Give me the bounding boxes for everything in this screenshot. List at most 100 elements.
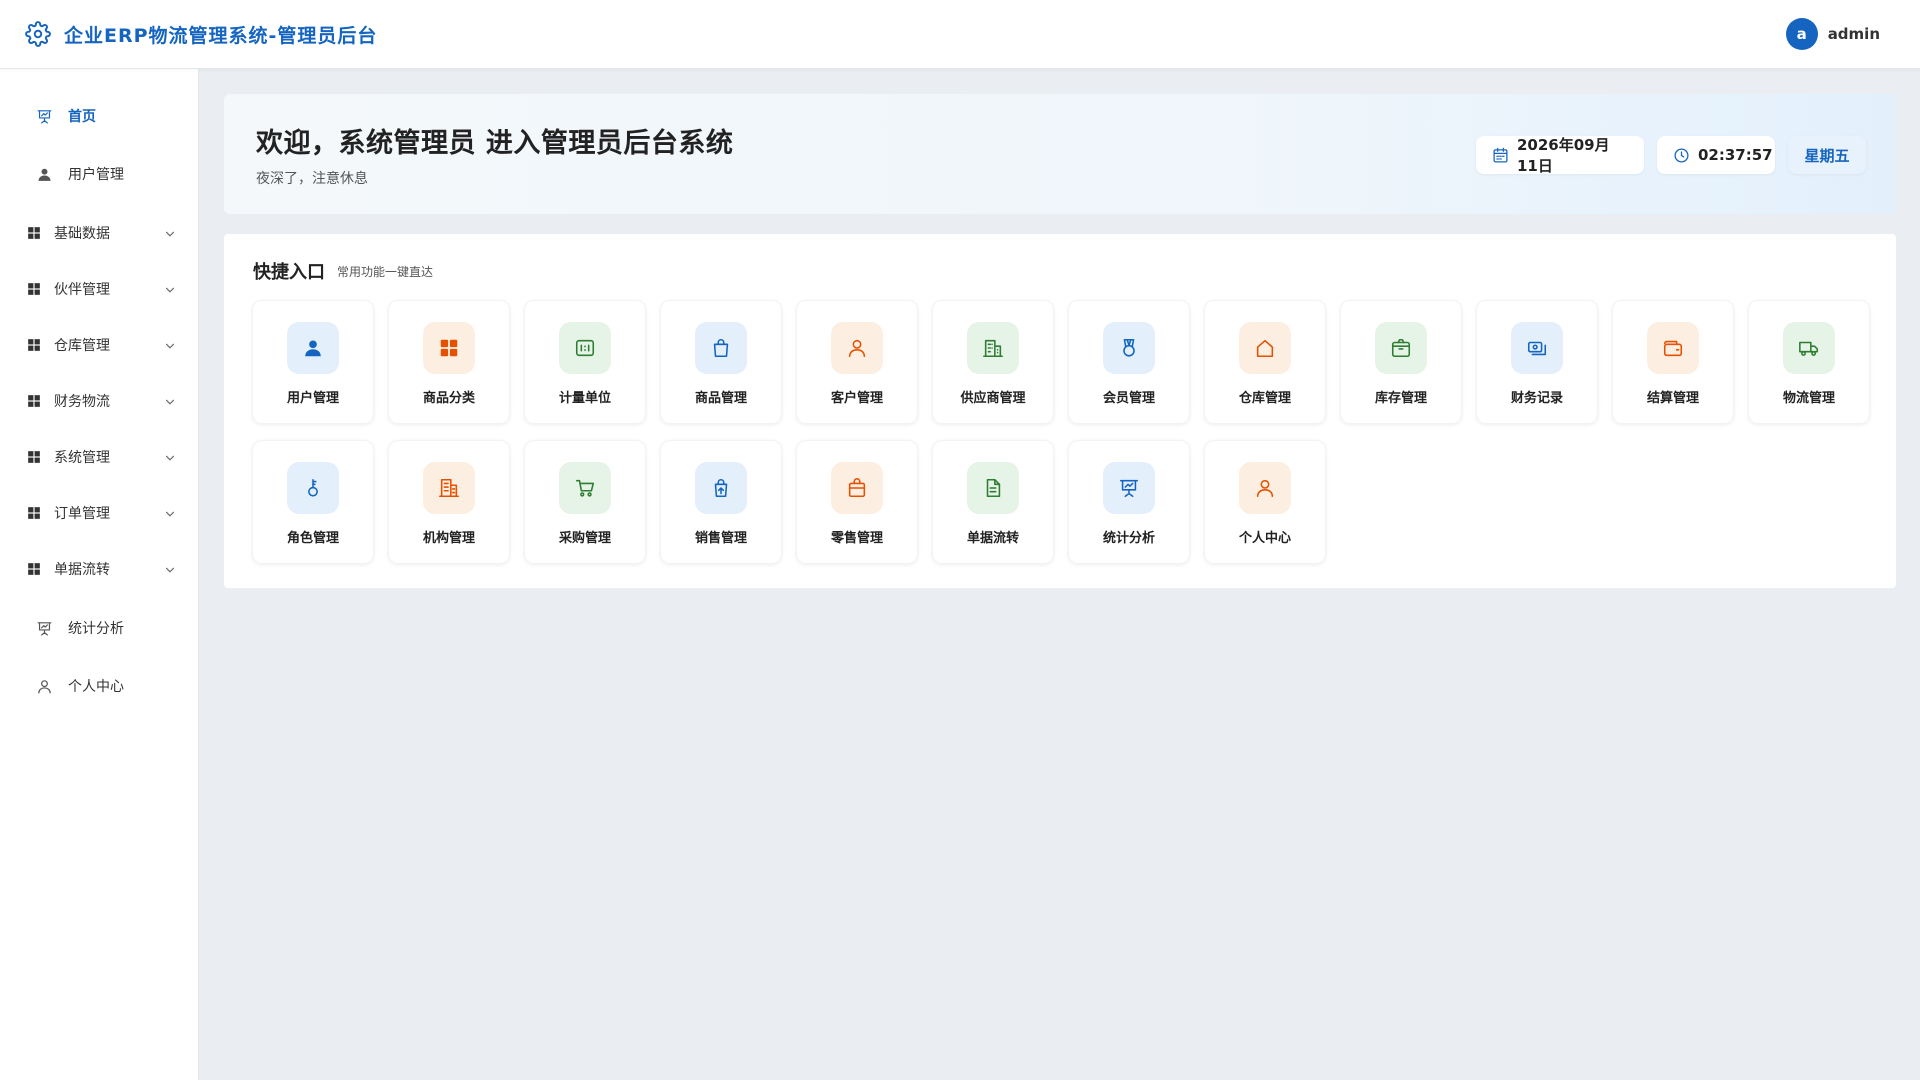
person-outline-icon: [1239, 462, 1291, 514]
shopping-cart-icon: [559, 462, 611, 514]
chevron-down-icon[interactable]: [163, 562, 177, 576]
sidebar-item-label: 统计分析: [68, 621, 124, 637]
sidebar-item-3[interactable]: 伙伴管理: [0, 265, 199, 313]
quick-card-label: 库存管理: [1374, 391, 1427, 406]
sidebar-item-10[interactable]: 个人中心: [0, 662, 199, 710]
grid-icon: [24, 223, 44, 243]
welcome-banner: 欢迎，系统管理员 进入管理员后台系统 夜深了，注意休息 2026年09月11日 …: [224, 94, 1896, 214]
sidebar-item-label: 单据流转: [54, 562, 110, 578]
medal-icon: [1103, 322, 1155, 374]
quick-entry-panel: 快捷入口 常用功能一键直达 用户管理 商品分类 计量单位 商品管理 客户管理 供应商管理 会…: [224, 234, 1896, 588]
user-icon: [287, 322, 339, 374]
sidebar: 首页用户管理基础数据伙伴管理仓库管理财务物流系统管理订单管理单据流转统计分析个人…: [0, 69, 199, 1080]
quick-card[interactable]: 供应商管理: [932, 300, 1054, 424]
chevron-down-icon[interactable]: [163, 450, 177, 464]
sidebar-item-label: 财务物流: [54, 394, 110, 410]
avatar[interactable]: a: [1785, 18, 1818, 50]
welcome-subtitle: 夜深了，注意休息: [256, 171, 368, 187]
quick-card[interactable]: 零售管理: [796, 440, 918, 564]
quick-card-label: 机构管理: [422, 531, 475, 546]
welcome-title: 欢迎，系统管理员 进入管理员后台系统: [256, 128, 734, 159]
quick-card-label: 角色管理: [286, 531, 339, 546]
sidebar-item-label: 伙伴管理: [54, 282, 110, 298]
presentation-icon: [34, 618, 54, 638]
chevron-down-icon[interactable]: [163, 226, 177, 240]
quick-card[interactable]: 销售管理: [660, 440, 782, 564]
quick-card-label: 会员管理: [1102, 391, 1155, 406]
quick-card[interactable]: 角色管理: [252, 440, 374, 564]
person-outline-icon: [831, 322, 883, 374]
grid-icon: [24, 447, 44, 467]
sidebar-item-6[interactable]: 系统管理: [0, 433, 199, 481]
quick-card-label: 计量单位: [558, 391, 611, 406]
ratio-icon: [559, 322, 611, 374]
grid-icon: [24, 279, 44, 299]
quick-card[interactable]: 机构管理: [388, 440, 510, 564]
building-icon: [967, 322, 1019, 374]
quick-card-label: 统计分析: [1102, 531, 1155, 546]
chevron-down-icon[interactable]: [163, 282, 177, 296]
quick-card[interactable]: 统计分析: [1068, 440, 1190, 564]
quick-card[interactable]: 个人中心: [1204, 440, 1326, 564]
date-chip: 2026年09月11日: [1476, 136, 1644, 175]
sidebar-item-4[interactable]: 仓库管理: [0, 321, 199, 369]
username[interactable]: admin: [1828, 25, 1880, 43]
quick-card[interactable]: 计量单位: [524, 300, 646, 424]
quick-card-label: 商品管理: [694, 391, 747, 406]
key-icon: [287, 462, 339, 514]
app-title: 企业ERP物流管理系统-管理员后台: [64, 24, 378, 47]
calendar-icon: [1492, 146, 1509, 164]
sidebar-item-7[interactable]: 订单管理: [0, 489, 199, 537]
quick-card[interactable]: 库存管理: [1340, 300, 1462, 424]
quick-card-label: 单据流转: [966, 531, 1019, 546]
office-building-icon: [423, 462, 475, 514]
time-chip: 02:37:57: [1657, 136, 1775, 174]
sidebar-item-5[interactable]: 财务物流: [0, 377, 199, 425]
sidebar-item-8[interactable]: 单据流转: [0, 545, 199, 593]
gear-icon[interactable]: [24, 20, 52, 48]
quick-card-label: 用户管理: [286, 391, 339, 406]
quick-card[interactable]: 仓库管理: [1204, 300, 1326, 424]
chevron-down-icon[interactable]: [163, 338, 177, 352]
quick-card-label: 供应商管理: [960, 391, 1026, 406]
package-icon: [1375, 322, 1427, 374]
shopping-bag-icon: [695, 322, 747, 374]
quick-card[interactable]: 财务记录: [1476, 300, 1598, 424]
sidebar-item-1[interactable]: 用户管理: [0, 150, 199, 198]
presentation-icon: [34, 106, 54, 126]
time-text: 02:37:57: [1698, 146, 1773, 164]
bag-upload-icon: [695, 462, 747, 514]
quick-card[interactable]: 物流管理: [1748, 300, 1870, 424]
quick-card-label: 结算管理: [1646, 391, 1699, 406]
sidebar-item-label: 首页: [68, 109, 96, 125]
quick-card-label: 销售管理: [694, 531, 747, 546]
user-menu[interactable]: a admin: [1785, 18, 1880, 50]
clock-icon: [1673, 146, 1690, 164]
chevron-down-icon[interactable]: [163, 394, 177, 408]
user-icon: [34, 164, 54, 184]
quick-card[interactable]: 结算管理: [1612, 300, 1734, 424]
quick-card[interactable]: 客户管理: [796, 300, 918, 424]
quick-card[interactable]: 会员管理: [1068, 300, 1190, 424]
quick-card[interactable]: 商品管理: [660, 300, 782, 424]
quick-card[interactable]: 用户管理: [252, 300, 374, 424]
quick-card-label: 财务记录: [1510, 391, 1563, 406]
grid-icon: [423, 322, 475, 374]
quick-entry-subtitle: 常用功能一键直达: [337, 265, 434, 279]
quick-card-label: 个人中心: [1238, 531, 1291, 546]
quick-card-label: 物流管理: [1782, 391, 1835, 406]
sidebar-item-0[interactable]: 首页: [0, 92, 199, 140]
quick-card-label: 采购管理: [558, 531, 611, 546]
house-icon: [1239, 322, 1291, 374]
quick-card[interactable]: 单据流转: [932, 440, 1054, 564]
sidebar-item-9[interactable]: 统计分析: [0, 604, 199, 652]
sidebar-item-2[interactable]: 基础数据: [0, 209, 199, 257]
quick-card[interactable]: 采购管理: [524, 440, 646, 564]
user-outline-icon: [34, 676, 54, 696]
money-icon: [1511, 322, 1563, 374]
chevron-down-icon[interactable]: [163, 506, 177, 520]
weekday-text: 星期五: [1804, 146, 1850, 165]
quick-card[interactable]: 商品分类: [388, 300, 510, 424]
grid-icon: [24, 391, 44, 411]
quick-card-label: 零售管理: [830, 531, 883, 546]
